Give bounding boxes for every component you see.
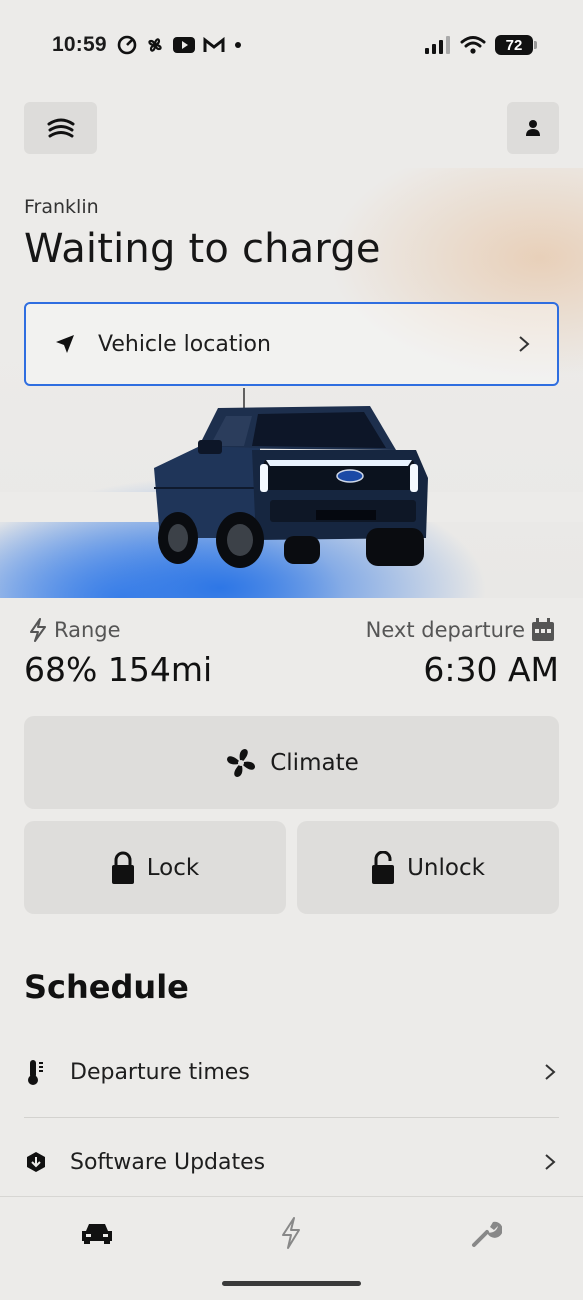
battery-icon: 72 (495, 35, 537, 55)
tab-service[interactable] (461, 1213, 511, 1253)
vehicle-location-button[interactable]: Vehicle location (24, 302, 559, 386)
status-bar: 10:59 72 (0, 0, 583, 90)
range-value: 68% 154mi (24, 650, 213, 689)
dot-icon (234, 42, 241, 48)
gmail-icon (203, 37, 225, 52)
lock-label: Lock (146, 854, 200, 881)
vehicle-name: Franklin (24, 196, 99, 218)
range-label-group: Range (28, 618, 121, 642)
climate-button[interactable]: Climate (24, 716, 559, 809)
thermometer-icon (24, 1058, 54, 1086)
bolt-icon (282, 1217, 300, 1249)
garage-icon (47, 118, 74, 138)
lock-icon (111, 851, 134, 884)
schedule-title: Schedule (24, 968, 189, 1006)
pinwheel-icon (148, 38, 162, 52)
youtube-icon (172, 37, 195, 53)
calendar-icon (532, 618, 554, 641)
unlock-label: Unlock (407, 854, 485, 881)
page-title: Waiting to charge (24, 226, 381, 272)
wifi-icon (460, 36, 486, 54)
car-icon (82, 1224, 112, 1244)
unlock-icon (372, 850, 395, 884)
bolt-icon (30, 618, 46, 642)
list-item-software-updates[interactable]: Software Updates (24, 1120, 559, 1204)
departure-times-label: Departure times (70, 1059, 250, 1085)
home-indicator (222, 1281, 361, 1286)
divider (24, 1117, 559, 1118)
chevron-right-icon (545, 1154, 556, 1170)
departure-label-group: Next departure (366, 618, 555, 642)
tab-vehicle[interactable] (72, 1213, 122, 1253)
range-label: Range (54, 618, 121, 642)
status-left-icons (117, 35, 243, 55)
status-right-icons: 72 (425, 35, 537, 55)
fan-icon (227, 748, 256, 777)
software-updates-label: Software Updates (70, 1149, 266, 1175)
navigation-arrow-icon (56, 335, 74, 353)
garage-button[interactable] (24, 102, 97, 154)
profile-icon (526, 120, 540, 136)
status-time: 10:59 (52, 33, 107, 56)
vehicle-image (154, 388, 428, 568)
climate-label: Climate (270, 749, 359, 776)
tab-charging[interactable] (266, 1213, 316, 1253)
departure-label: Next departure (365, 618, 525, 642)
signal-icon (425, 36, 450, 54)
chevron-right-icon (545, 1064, 556, 1080)
vehicle-location-label: Vehicle location (98, 331, 271, 357)
profile-button[interactable] (507, 102, 559, 154)
departure-value: 6:30 AM (423, 650, 559, 689)
battery-level: 72 (505, 36, 523, 54)
wrench-icon (472, 1221, 502, 1247)
lock-button[interactable]: Lock (24, 821, 286, 914)
chevron-right-icon (519, 336, 530, 352)
unlock-button[interactable]: Unlock (297, 821, 559, 914)
download-hex-icon (24, 1150, 54, 1174)
list-item-departure-times[interactable]: Departure times (24, 1030, 559, 1114)
timer-icon (117, 35, 137, 55)
